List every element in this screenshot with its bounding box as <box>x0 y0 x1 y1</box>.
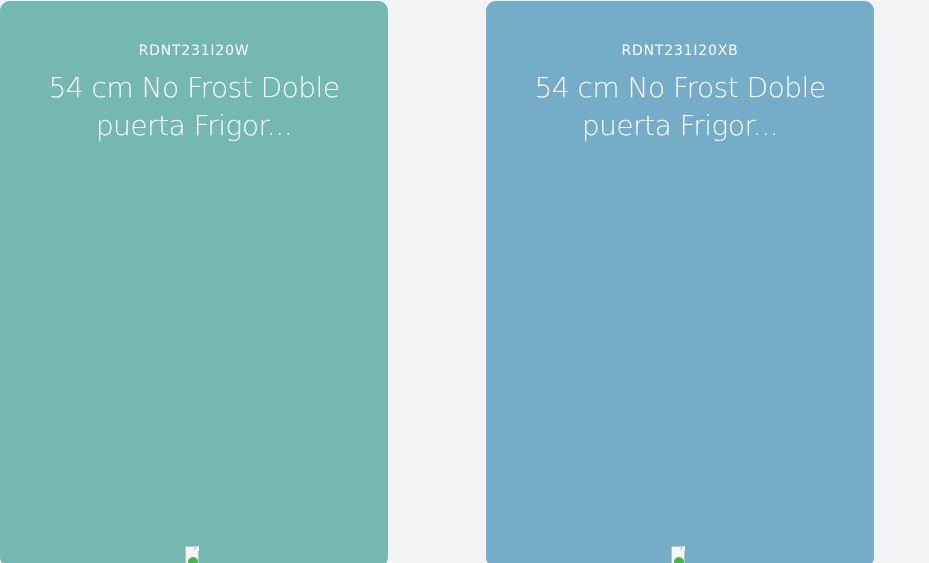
broken-image-icon <box>670 545 688 563</box>
product-sku: RDNT231I20W <box>138 43 250 59</box>
product-title-line: 54 cm No Frost Doble <box>48 71 340 104</box>
product-title-line: puerta Frigor... <box>95 109 293 142</box>
product-title: 54 cm No Frost Doble puerta Frigor... <box>40 69 348 145</box>
product-grid: RDNT231I20W 54 cm No Frost Doble puerta … <box>0 0 929 563</box>
product-title-line: 54 cm No Frost Doble <box>534 71 826 104</box>
product-card[interactable]: RDNT231I20W 54 cm No Frost Doble puerta … <box>0 1 388 563</box>
product-card[interactable]: RDNT231I20XB 54 cm No Frost Doble puerta… <box>486 1 874 563</box>
product-title-line: puerta Frigor... <box>581 109 779 142</box>
product-sku: RDNT231I20XB <box>621 43 739 59</box>
broken-image-icon <box>184 545 202 563</box>
product-title: 54 cm No Frost Doble puerta Frigor... <box>526 69 834 145</box>
